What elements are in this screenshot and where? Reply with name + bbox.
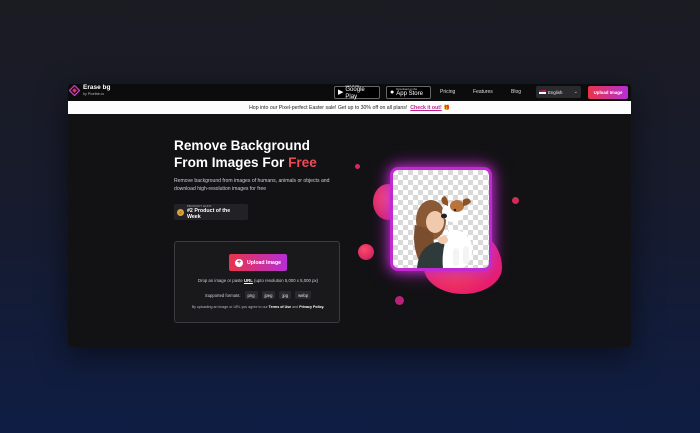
- page-title: Remove Background From Images For Free: [174, 138, 317, 170]
- terms-notice: By uploading an image or URL you agree t…: [191, 305, 325, 309]
- demo-image-frame: [390, 167, 492, 271]
- gift-icon: 🎁: [443, 104, 450, 111]
- nav-upload-button[interactable]: Upload Image: [588, 86, 628, 99]
- nav-link-pricing[interactable]: Pricing: [440, 89, 455, 95]
- app-window: Erase bg by Pixelbin.io ▶ GET IT ON Goog…: [68, 84, 631, 347]
- paste-url-link[interactable]: URL: [244, 278, 253, 283]
- upload-dropzone[interactable]: + Upload Image Drop an image or paste UR…: [174, 241, 340, 323]
- upload-image-button[interactable]: + Upload Image: [229, 254, 287, 271]
- format-chip: jpg: [279, 291, 292, 299]
- google-play-button[interactable]: ▶ GET IT ON Google Play: [334, 84, 380, 100]
- decor-dot: [395, 296, 404, 305]
- brand-byline: by Pixelbin.io: [83, 91, 105, 96]
- brand-logo[interactable]: Erase bg by Pixelbin.io: [69, 84, 111, 97]
- us-flag-icon: [539, 89, 546, 95]
- google-play-icon: ▶: [338, 89, 344, 96]
- decor-dot: [355, 164, 360, 169]
- format-chip: png: [244, 291, 258, 299]
- apple-icon: ●: [390, 89, 395, 96]
- hero-subtitle: Remove background from images of humans,…: [174, 178, 330, 193]
- brand-name: Erase bg: [83, 84, 111, 91]
- nav-link-blog[interactable]: Blog: [511, 89, 521, 95]
- woman-with-dog-illustration: [414, 196, 472, 268]
- decor-dot: [512, 197, 519, 204]
- promo-banner: Hop into our Pixel-perfect Easter sale! …: [68, 101, 631, 114]
- nav-link-features[interactable]: Features: [473, 89, 493, 95]
- format-chip: webp: [295, 291, 312, 299]
- supported-formats: Supported formats: png jpeg jpg webp: [175, 291, 341, 299]
- plus-icon: +: [234, 258, 243, 267]
- banner-cta-link[interactable]: Check it out!: [410, 105, 441, 111]
- drop-instructions: Drop an image or paste URL (upto resolut…: [197, 278, 319, 283]
- product-hunt-badge[interactable]: 2 PRODUCT HUNT #2 Product of the Week: [174, 204, 248, 220]
- decor-blob: [358, 244, 374, 260]
- logo-icon: [69, 85, 80, 97]
- chevron-down-icon: ⌄: [573, 89, 578, 95]
- medal-icon: 2: [177, 208, 184, 216]
- top-nav: Erase bg by Pixelbin.io ▶ GET IT ON Goog…: [68, 84, 631, 101]
- privacy-policy-link[interactable]: Privacy Policy.: [299, 305, 324, 309]
- format-chip: jpeg: [261, 291, 276, 299]
- banner-text: Hop into our Pixel-perfect Easter sale! …: [249, 104, 408, 111]
- app-store-button[interactable]: ● Download on the App Store: [386, 86, 431, 99]
- language-select[interactable]: English ⌄: [536, 86, 581, 98]
- terms-of-use-link[interactable]: Terms of Use: [269, 305, 292, 309]
